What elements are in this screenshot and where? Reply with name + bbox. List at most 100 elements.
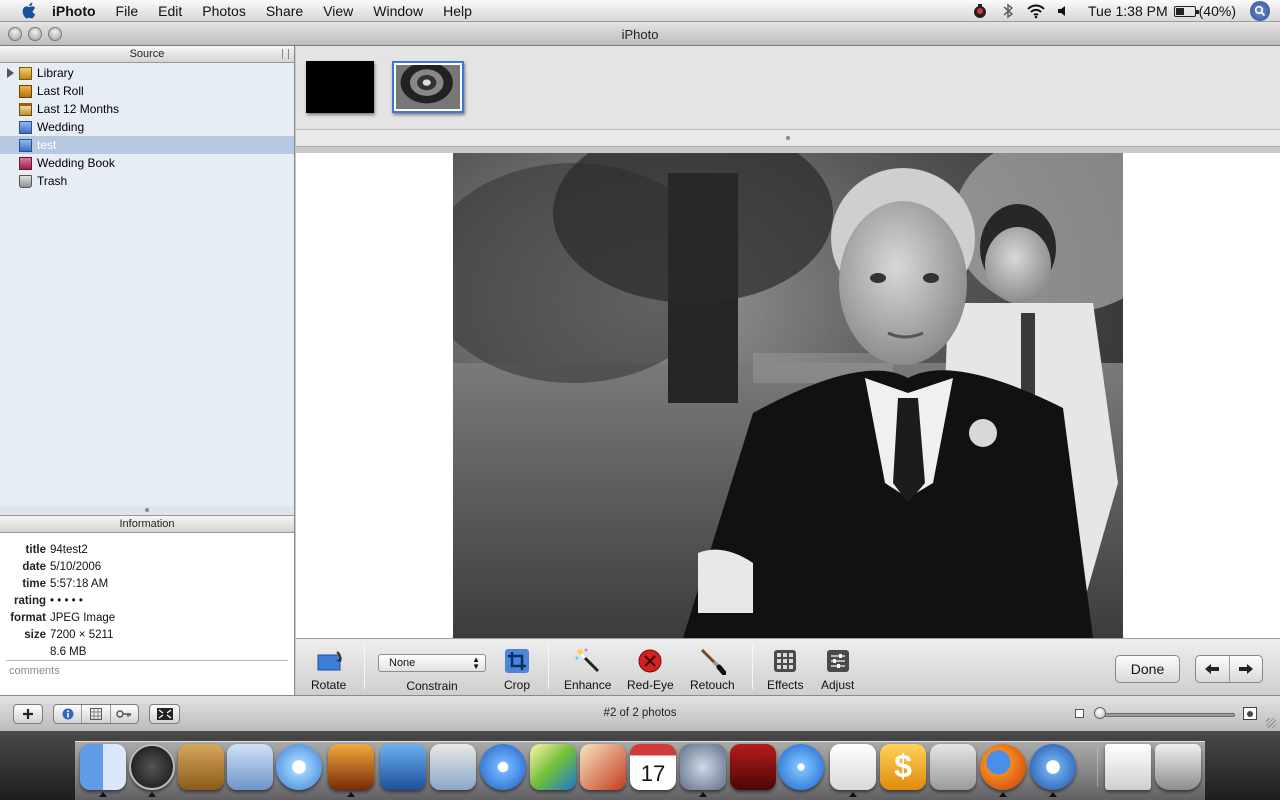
automator-icon[interactable] [680, 744, 726, 790]
menu-photos[interactable]: Photos [192, 3, 256, 19]
edited-photo[interactable] [453, 153, 1123, 638]
iphoto-icon[interactable] [328, 744, 374, 790]
status-menu-icon[interactable] [969, 2, 991, 20]
window-resize-grip[interactable] [1266, 718, 1276, 728]
desktop: iPhoto File Edit Photos Share View Windo… [0, 0, 1280, 800]
spotlight-search-icon[interactable] [1250, 1, 1270, 21]
source-item-last-12-months[interactable]: Last 12 Months [0, 100, 294, 118]
window-titlebar[interactable]: iPhoto [0, 22, 1280, 46]
info-row-size: size 7200 × 5211 [0, 626, 294, 643]
rotate-label: Rotate [311, 678, 347, 692]
money-icon[interactable]: $ [880, 744, 926, 790]
source-header-label: Source [129, 48, 165, 60]
preview-icon[interactable] [430, 744, 476, 790]
source-item-wedding[interactable]: Wedding [0, 118, 294, 136]
dashboard-icon[interactable] [129, 744, 175, 790]
enhance-label: Enhance [564, 678, 612, 692]
filmstrip-split-handle[interactable] [296, 130, 1280, 147]
source-item-last-roll[interactable]: Last Roll [0, 82, 294, 100]
arrow-right-icon [1238, 664, 1253, 674]
constrain-select[interactable]: None ▲ ▼ [378, 654, 486, 672]
info-title-value[interactable]: 94test2 [50, 544, 88, 556]
menu-view[interactable]: View [313, 3, 363, 19]
dvd-player-icon[interactable] [480, 744, 526, 790]
front-row-icon[interactable] [730, 744, 776, 790]
safari-icon[interactable] [778, 744, 824, 790]
toolbar-divider [752, 645, 753, 689]
info-date-value[interactable]: 5/10/2006 [50, 561, 101, 573]
red-eye-button[interactable]: Red-Eye [627, 647, 674, 692]
previous-photo-button[interactable] [1196, 656, 1230, 682]
next-photo-button[interactable] [1230, 656, 1263, 682]
crop-label: Crop [503, 678, 530, 692]
info-label: title [25, 543, 46, 556]
itunes-icon[interactable] [276, 744, 322, 790]
photo-thumbnail[interactable] [306, 61, 374, 113]
info-label: time [22, 577, 46, 590]
information-pane: Information title 94test2 date 5/10/2006… [0, 515, 295, 695]
info-label: format [10, 611, 46, 624]
retouch-button[interactable]: Retouch [690, 647, 735, 692]
crop-button[interactable]: Crop [503, 647, 531, 692]
volume-icon[interactable] [1053, 2, 1075, 20]
menu-help[interactable]: Help [433, 3, 482, 19]
source-item-trash[interactable]: Trash [0, 172, 294, 190]
mail-icon[interactable] [227, 744, 273, 790]
comments-field[interactable]: comments [6, 660, 288, 681]
menu-file[interactable]: File [106, 3, 149, 19]
address-book-icon[interactable] [178, 744, 224, 790]
trash-icon[interactable] [1155, 744, 1201, 790]
constrain-label: Constrain [406, 679, 458, 693]
info-format-value: JPEG Image [50, 611, 116, 624]
pane-split-handle[interactable] [0, 506, 295, 515]
info-time-value[interactable]: 5:57:18 AM [50, 578, 108, 590]
constrain-value: None [389, 657, 416, 669]
rotate-button[interactable]: Rotate [311, 647, 346, 692]
painter-icon[interactable] [580, 744, 626, 790]
source-header: Source [0, 46, 294, 63]
bluetooth-icon[interactable] [997, 2, 1019, 20]
done-button[interactable]: Done [1115, 655, 1180, 683]
source-item-library[interactable]: Library [0, 64, 294, 82]
adjust-button[interactable]: Adjust [821, 647, 854, 692]
imovie-icon[interactable] [380, 744, 426, 790]
battery-status[interactable]: (40%) [1173, 3, 1236, 19]
battery-percent: (40%) [1198, 3, 1236, 19]
finder-icon[interactable] [80, 744, 126, 790]
textedit-icon[interactable] [830, 744, 876, 790]
toolbar-divider [364, 645, 365, 689]
photo-thumbnail-selected[interactable] [392, 61, 464, 113]
menu-share[interactable]: Share [256, 3, 313, 19]
column-resize-grip[interactable] [282, 49, 289, 59]
calculator-icon[interactable] [930, 744, 976, 790]
document-icon[interactable] [1105, 744, 1151, 790]
source-item-test[interactable]: test [0, 136, 294, 154]
disclosure-triangle-icon[interactable] [7, 68, 14, 78]
info-row-format: format JPEG Image [0, 609, 294, 626]
apple-menu-icon[interactable] [20, 2, 38, 20]
ical-icon[interactable]: 17 [630, 744, 676, 790]
effects-button[interactable]: Effects [767, 647, 803, 692]
info-label: date [22, 560, 46, 573]
menu-edit[interactable]: Edit [148, 3, 192, 19]
info-dimensions-value: 7200 × 5211 [50, 628, 114, 641]
enhance-button[interactable]: Enhance [564, 647, 611, 692]
menu-app[interactable]: iPhoto [48, 3, 106, 19]
rating-stars[interactable]: • • • • • [50, 595, 83, 607]
source-item-wedding-book[interactable]: Wedding Book [0, 154, 294, 172]
source-list: Library Last Roll Last 12 Months Wedding… [0, 63, 294, 190]
zoom-slider[interactable] [1097, 713, 1235, 717]
source-item-label: Wedding Book [37, 156, 115, 170]
running-indicator [347, 792, 355, 797]
wifi-icon[interactable] [1025, 2, 1047, 20]
menu-clock[interactable]: Tue 1:38 PM [1088, 3, 1168, 19]
running-indicator [148, 792, 156, 797]
toolbar-divider [548, 645, 549, 689]
running-indicator [99, 792, 107, 797]
firefox-icon[interactable] [980, 744, 1026, 790]
source-item-label: Last 12 Months [37, 102, 120, 116]
menu-window[interactable]: Window [363, 3, 433, 19]
zoom-slider-knob[interactable] [1094, 707, 1106, 719]
time-sync-icon[interactable] [1030, 744, 1076, 790]
graphic-converter-icon[interactable] [530, 744, 576, 790]
